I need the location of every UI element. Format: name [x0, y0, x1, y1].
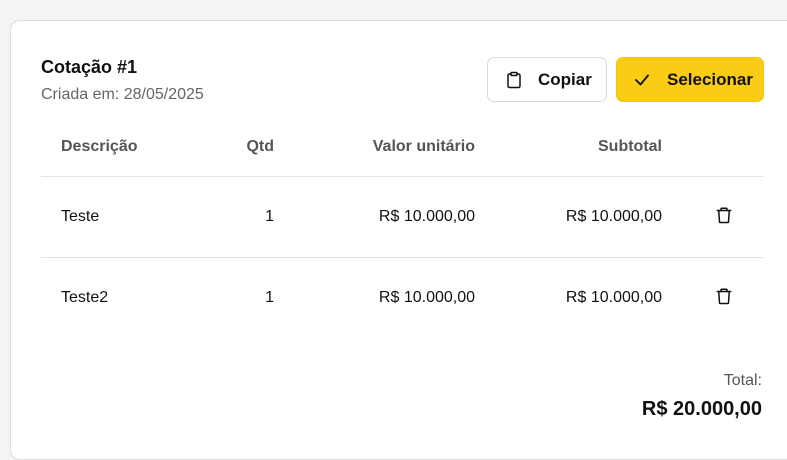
- column-header-subtotal: Subtotal: [598, 138, 662, 155]
- column-header-quantity: Qtd: [246, 138, 274, 155]
- row-divider: [41, 257, 764, 258]
- header-divider: [41, 176, 764, 177]
- quote-title: Cotação #1: [41, 57, 138, 77]
- row-description: Teste2: [61, 289, 109, 306]
- row-quantity: 1: [265, 289, 274, 306]
- quote-created-date: Criada em: 28/05/2025: [41, 86, 204, 103]
- row-quantity: 1: [265, 208, 274, 225]
- delete-row-button[interactable]: [714, 288, 734, 308]
- clipboard-icon: [505, 71, 523, 89]
- total-label: Total:: [723, 372, 762, 389]
- row-unit-price: R$ 10.000,00: [378, 208, 475, 225]
- row-subtotal: R$ 10.000,00: [565, 208, 662, 225]
- column-header-unit-price: Valor unitário: [372, 138, 475, 155]
- select-button-label: Selecionar: [667, 69, 753, 89]
- check-icon: [633, 71, 651, 89]
- select-button[interactable]: Selecionar: [616, 57, 764, 102]
- copy-button[interactable]: Copiar: [487, 57, 607, 102]
- row-description: Teste: [61, 208, 100, 225]
- row-subtotal: R$ 10.000,00: [565, 289, 662, 306]
- copy-button-label: Copiar: [538, 69, 592, 89]
- delete-row-button[interactable]: [714, 207, 734, 227]
- column-header-description: Descrição: [61, 138, 138, 155]
- row-unit-price: R$ 10.000,00: [378, 289, 475, 306]
- trash-icon: [715, 287, 733, 310]
- total-value: R$ 20.000,00: [641, 398, 762, 420]
- quote-card: Cotação #1 Criada em: 28/05/2025 Copiar …: [10, 20, 787, 460]
- trash-icon: [715, 206, 733, 229]
